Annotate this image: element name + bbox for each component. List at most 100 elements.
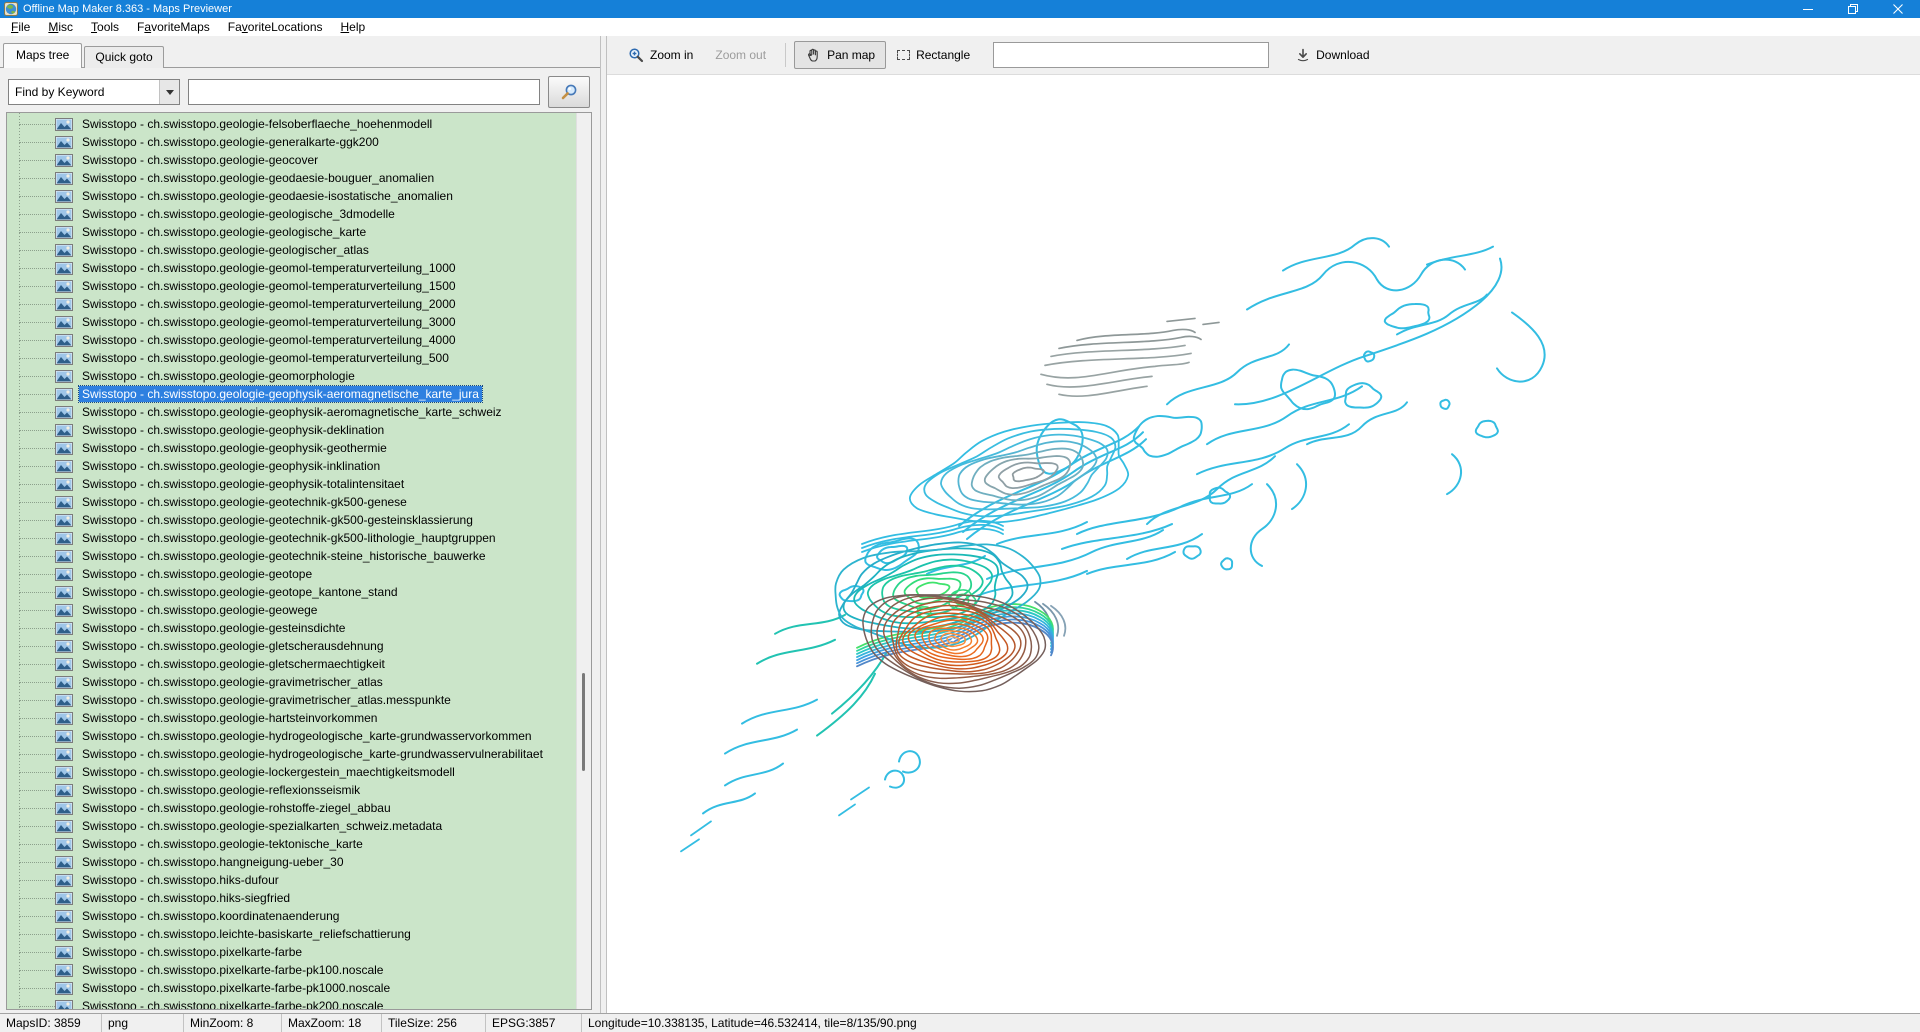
menu-item-tools[interactable]: Tools (82, 19, 128, 35)
close-icon (1893, 4, 1903, 14)
tree-item[interactable]: Swisstopo - ch.swisstopo.geologie-gravim… (7, 691, 576, 709)
download-button[interactable]: Download (1285, 42, 1380, 68)
contour-line (775, 615, 845, 634)
tree-item[interactable]: Swisstopo - ch.swisstopo.geologie-geophy… (7, 439, 576, 457)
tree-item[interactable]: Swisstopo - ch.swisstopo.hangneigung-ueb… (7, 853, 576, 871)
tree-item[interactable]: Swisstopo - ch.swisstopo.geologie-geomol… (7, 259, 576, 277)
pan-map-button[interactable]: Pan map (794, 41, 886, 69)
rectangle-button[interactable]: Rectangle (886, 42, 981, 68)
tree-item[interactable]: Swisstopo - ch.swisstopo.geologie-rohsto… (7, 799, 576, 817)
tree-item-label: Swisstopo - ch.swisstopo.geologie-rohsto… (79, 800, 394, 816)
tree-connector (19, 160, 55, 161)
tree-item[interactable]: Swisstopo - ch.swisstopo.geologie-spezia… (7, 817, 576, 835)
tree-item[interactable]: Swisstopo - ch.swisstopo.hiks-dufour (7, 871, 576, 889)
contour-line (1207, 386, 1362, 444)
tree-item[interactable]: Swisstopo - ch.swisstopo.geologie-hartst… (7, 709, 576, 727)
tree-item[interactable]: Swisstopo - ch.swisstopo.geologie-gestei… (7, 619, 576, 637)
tree-item[interactable]: Swisstopo - ch.swisstopo.geologie-geotec… (7, 493, 576, 511)
tree-item[interactable]: Swisstopo - ch.swisstopo.geologie-geophy… (7, 457, 576, 475)
tree-item[interactable]: Swisstopo - ch.swisstopo.geologie-geophy… (7, 385, 576, 403)
zoom-in-button[interactable]: Zoom in (617, 41, 704, 69)
restore-button[interactable] (1830, 0, 1875, 18)
tree-item[interactable]: Swisstopo - ch.swisstopo.geologie-geolog… (7, 223, 576, 241)
tree-connector (19, 484, 55, 485)
contour-line (1283, 238, 1389, 271)
tree-item[interactable]: Swisstopo - ch.swisstopo.geologie-geomor… (7, 367, 576, 385)
status-max-zoom: MaxZoom: 18 (282, 1014, 382, 1032)
tree-item[interactable]: Swisstopo - ch.swisstopo.leichte-basiska… (7, 925, 576, 943)
tree-item[interactable]: Swisstopo - ch.swisstopo.geologie-locker… (7, 763, 576, 781)
find-mode-dropdown-button[interactable] (159, 80, 179, 104)
tree-item[interactable]: Swisstopo - ch.swisstopo.pixelkarte-farb… (7, 943, 576, 961)
tree-item[interactable]: Swisstopo - ch.swisstopo.geologie-geolog… (7, 205, 576, 223)
contour-line (1307, 402, 1407, 444)
tree-item[interactable]: Swisstopo - ch.swisstopo.geologie-geophy… (7, 421, 576, 439)
tree-scrollbar[interactable] (576, 113, 591, 1009)
tree-item[interactable]: Swisstopo - ch.swisstopo.geologie-geotop… (7, 583, 576, 601)
tree-item[interactable]: Swisstopo - ch.swisstopo.geologie-geotec… (7, 511, 576, 529)
toolbar-input[interactable] (993, 42, 1269, 68)
tree-item[interactable]: Swisstopo - ch.swisstopo.geologie-geophy… (7, 403, 576, 421)
tree-item-label: Swisstopo - ch.swisstopo.geologie-gletsc… (79, 656, 388, 672)
close-button[interactable] (1875, 0, 1920, 18)
menu-item-favoritelocations[interactable]: FavoriteLocations (219, 19, 332, 35)
search-input[interactable] (188, 79, 540, 105)
tree-item[interactable]: Swisstopo - ch.swisstopo.pixelkarte-farb… (7, 997, 576, 1009)
tree-item[interactable]: Swisstopo - ch.swisstopo.geologie-geomol… (7, 331, 576, 349)
tree-item-label: Swisstopo - ch.swisstopo.geologie-geotop… (79, 566, 315, 582)
tree-item[interactable]: Swisstopo - ch.swisstopo.geologie-geodae… (7, 187, 576, 205)
map-layer-icon (55, 748, 73, 761)
tree-item[interactable]: Swisstopo - ch.swisstopo.geologie-geocov… (7, 151, 576, 169)
tree-item[interactable]: Swisstopo - ch.swisstopo.pixelkarte-farb… (7, 979, 576, 997)
tree-item[interactable]: Swisstopo - ch.swisstopo.geologie-geotec… (7, 529, 576, 547)
tree-item[interactable]: Swisstopo - ch.swisstopo.geologie-geodae… (7, 169, 576, 187)
zoom-out-button[interactable]: Zoom out (704, 42, 777, 68)
tree-connector (19, 1006, 55, 1007)
tree-item[interactable]: Swisstopo - ch.swisstopo.geologie-geotec… (7, 547, 576, 565)
tree-item[interactable]: Swisstopo - ch.swisstopo.geologie-felsob… (7, 115, 576, 133)
contour-line (742, 700, 817, 724)
find-mode-select[interactable]: Find by Keyword (8, 79, 180, 105)
status-format: png (102, 1014, 184, 1032)
tree-connector (19, 394, 55, 395)
tab-quick-goto[interactable]: Quick goto (84, 46, 163, 68)
map-preview[interactable] (607, 75, 1920, 1013)
tree-item[interactable]: Swisstopo - ch.swisstopo.geologie-reflex… (7, 781, 576, 799)
tree-item[interactable]: Swisstopo - ch.swisstopo.geologie-geomol… (7, 277, 576, 295)
tree-connector (19, 322, 55, 323)
tree-item[interactable]: Swisstopo - ch.swisstopo.geologie-geolog… (7, 241, 576, 259)
contour-line (1235, 259, 1501, 405)
tree-item[interactable]: Swisstopo - ch.swisstopo.geologie-hydrog… (7, 745, 576, 763)
tree-item[interactable]: Swisstopo - ch.swisstopo.hiks-siegfried (7, 889, 576, 907)
tree-item[interactable]: Swisstopo - ch.swisstopo.geologie-hydrog… (7, 727, 576, 745)
tree-item[interactable]: Swisstopo - ch.swisstopo.geologie-geomol… (7, 295, 576, 313)
tree-item[interactable]: Swisstopo - ch.swisstopo.geologie-tekton… (7, 835, 576, 853)
minimize-button[interactable] (1785, 0, 1830, 18)
menu-item-misc[interactable]: Misc (39, 19, 82, 35)
tab-maps-tree[interactable]: Maps tree (3, 43, 82, 68)
map-layer-icon (55, 352, 73, 365)
tree-item-label: Swisstopo - ch.swisstopo.geologie-geophy… (79, 440, 390, 456)
tree-item[interactable]: Swisstopo - ch.swisstopo.geologie-geophy… (7, 475, 576, 493)
tree-scrollbar-thumb[interactable] (582, 673, 585, 771)
map-layer-icon (55, 766, 73, 779)
menu-item-file[interactable]: File (2, 19, 39, 35)
search-button[interactable] (548, 76, 590, 108)
tree-item[interactable]: Swisstopo - ch.swisstopo.pixelkarte-farb… (7, 961, 576, 979)
tree-item[interactable]: Swisstopo - ch.swisstopo.geologie-gletsc… (7, 637, 576, 655)
tree-item[interactable]: Swisstopo - ch.swisstopo.geologie-geomol… (7, 349, 576, 367)
tree-connector (19, 430, 55, 431)
tree-item[interactable]: Swisstopo - ch.swisstopo.geologie-genera… (7, 133, 576, 151)
map-layer-icon (55, 838, 73, 851)
tree-item[interactable]: Swisstopo - ch.swisstopo.geologie-gletsc… (7, 655, 576, 673)
tree-item[interactable]: Swisstopo - ch.swisstopo.geologie-geoweg… (7, 601, 576, 619)
map-layer-icon (55, 514, 73, 527)
contour-line (1385, 304, 1430, 328)
tree-item[interactable]: Swisstopo - ch.swisstopo.koordinatenaend… (7, 907, 576, 925)
tree-item[interactable]: Swisstopo - ch.swisstopo.geologie-gravim… (7, 673, 576, 691)
tree-item[interactable]: Swisstopo - ch.swisstopo.geologie-geotop… (7, 565, 576, 583)
menu-item-favoritemaps[interactable]: FavoriteMaps (128, 19, 219, 35)
tree-item[interactable]: Swisstopo - ch.swisstopo.geologie-geomol… (7, 313, 576, 331)
panel-splitter[interactable] (600, 36, 607, 1013)
menu-item-help[interactable]: Help (332, 19, 375, 35)
